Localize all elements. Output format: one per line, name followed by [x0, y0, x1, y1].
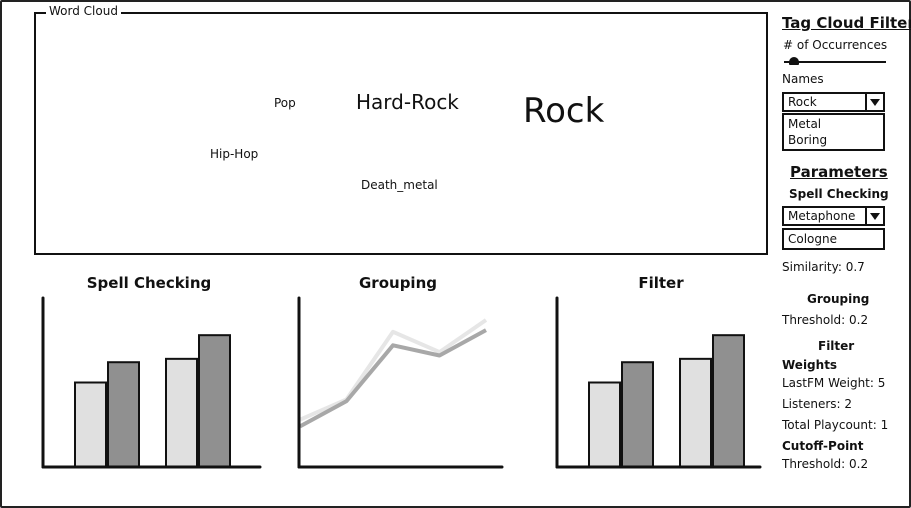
similarity-value[interactable]: Similarity: 0.7	[782, 260, 865, 274]
word-hard-rock[interactable]: Hard-Rock	[356, 92, 459, 112]
filter-label: Filter	[818, 339, 855, 353]
word-cloud-panel	[34, 12, 768, 255]
chart-bar	[588, 381, 621, 468]
word-hip-hop[interactable]: Hip-Hop	[210, 148, 258, 160]
occurrences-slider-thumb[interactable]	[788, 57, 799, 65]
listeners-weight[interactable]: Listeners: 2	[782, 397, 852, 411]
chart-bar	[712, 334, 745, 469]
spell-checking-chart-title: Spell Checking	[86, 274, 212, 292]
spell-checking-chart	[41, 296, 262, 469]
chart-bar	[198, 334, 231, 469]
grouping-label: Grouping	[807, 292, 870, 306]
tag-cloud-filter-heading: Tag Cloud Filter	[782, 14, 911, 32]
names-listbox[interactable]: Metal Boring	[782, 113, 885, 151]
filter-chart	[555, 296, 762, 469]
spell-checking-label: Spell Checking	[789, 187, 889, 201]
names-dropdown-value: Rock	[788, 95, 817, 109]
spell-algorithm-value: Metaphone	[788, 209, 856, 223]
word-death-metal[interactable]: Death_metal	[361, 179, 438, 191]
cutoff-point-label: Cutoff-Point	[782, 439, 864, 453]
names-label: Names	[782, 72, 824, 86]
filter-chart-title: Filter	[638, 274, 684, 292]
word-cloud-legend: Word Cloud	[46, 4, 121, 19]
total-playcount-weight[interactable]: Total Playcount: 1	[782, 418, 888, 432]
cutoff-threshold[interactable]: Threshold: 0.2	[782, 457, 868, 471]
occurrences-label: # of Occurrences	[783, 38, 888, 52]
word-rock[interactable]: Rock	[523, 94, 604, 128]
weights-label: Weights	[782, 358, 838, 372]
names-option[interactable]: Boring	[788, 132, 879, 148]
spell-algorithm-chevron-down-icon[interactable]	[865, 206, 885, 226]
chart-bar	[107, 361, 140, 468]
lastfm-weight[interactable]: LastFM Weight: 5	[782, 376, 885, 390]
word-pop[interactable]: Pop	[274, 97, 296, 109]
occurrences-slider-track[interactable]	[784, 61, 886, 63]
names-chevron-down-icon[interactable]	[865, 92, 885, 112]
grouping-chart	[297, 296, 504, 469]
spell-algorithm-dropdown[interactable]: Metaphone	[782, 206, 885, 226]
chart-series-line	[299, 328, 487, 429]
grouping-threshold[interactable]: Threshold: 0.2	[782, 313, 868, 327]
dictionary-field[interactable]: Cologne	[782, 228, 885, 250]
chart-bar	[679, 357, 712, 469]
chart-bar	[621, 361, 654, 468]
parameters-heading: Parameters	[790, 163, 888, 181]
names-dropdown[interactable]: Rock	[782, 92, 885, 112]
chart-series-line	[299, 318, 488, 422]
chart-bar	[165, 357, 198, 469]
grouping-chart-title: Grouping	[359, 274, 437, 292]
names-option[interactable]: Metal	[788, 116, 879, 132]
chart-bar	[74, 381, 107, 468]
